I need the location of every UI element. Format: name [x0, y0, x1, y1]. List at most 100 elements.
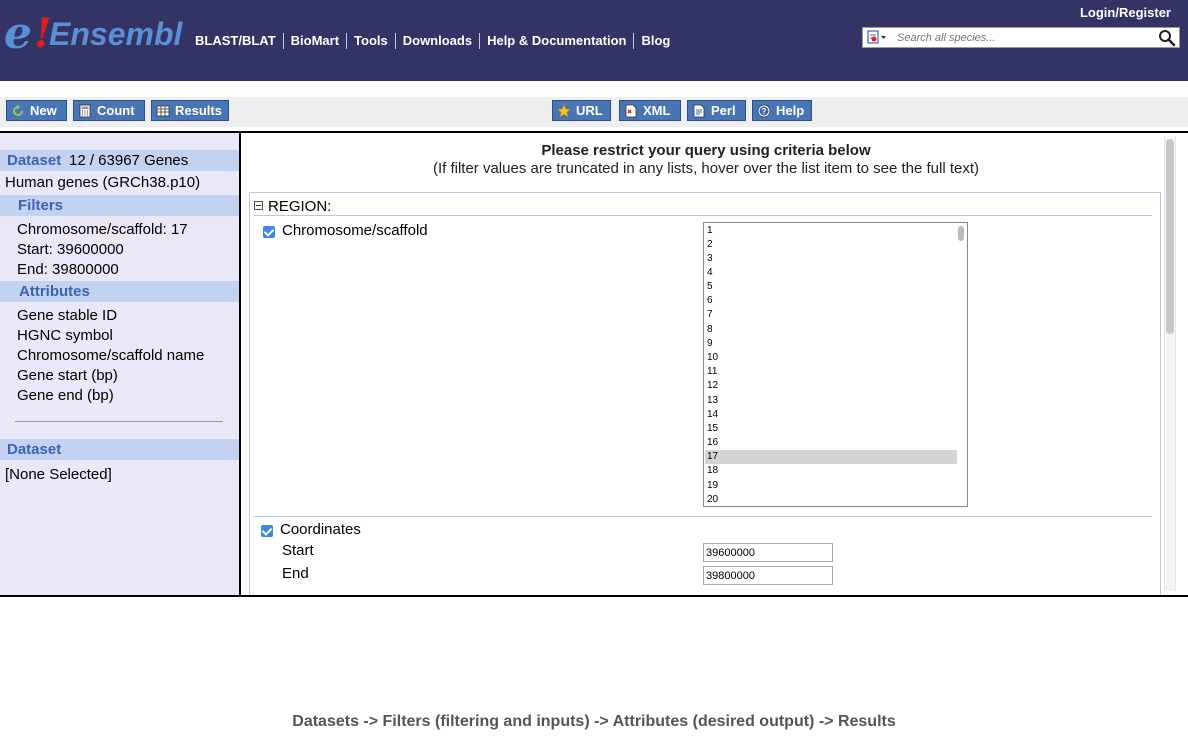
panel-subtitle: (If filter values are truncated in any l… — [432, 160, 980, 177]
new-button-label: New — [30, 103, 57, 118]
chromosome-option[interactable]: 13 — [705, 394, 957, 408]
species-search-box — [862, 27, 1180, 48]
nav-tools[interactable]: Tools — [347, 33, 396, 49]
end-input[interactable] — [703, 566, 833, 585]
region-label: REGION: — [268, 198, 332, 215]
logo-text: Ensembl — [49, 16, 183, 52]
panel-title: Please restrict your query using criteri… — [541, 142, 871, 159]
nav-blast-blat[interactable]: BLAST/BLAT — [188, 33, 284, 49]
site-header: e ! Ensembl BLAST/BLAT BioMart Tools Dow… — [0, 0, 1188, 81]
chromosome-option[interactable]: 2 — [705, 238, 957, 252]
listbox-scrollbar[interactable] — [958, 226, 964, 241]
results-button[interactable]: Results — [151, 100, 229, 121]
coordinates-separator — [254, 516, 1152, 517]
chromosome-label: Chromosome/scaffold — [282, 222, 428, 239]
star-icon — [557, 103, 571, 118]
panel-scrollbar[interactable] — [1164, 136, 1176, 591]
perl-button-label: Perl — [711, 103, 736, 118]
attribute-summary-item: HGNC symbol — [17, 327, 113, 344]
chromosome-option[interactable]: 15 — [705, 422, 957, 436]
collapse-icon[interactable] — [254, 201, 263, 210]
region-separator — [254, 215, 1152, 216]
attribute-summary-item: Gene end (bp) — [17, 387, 114, 404]
search-input[interactable] — [897, 29, 1147, 46]
count-button[interactable]: Count — [73, 100, 145, 121]
nav-blog[interactable]: Blog — [634, 33, 677, 49]
attribute-summary-item: Gene stable ID — [17, 307, 118, 324]
chromosome-option[interactable]: 11 — [705, 365, 957, 379]
region-section-header[interactable]: REGION: — [254, 198, 331, 215]
chromosome-option[interactable]: 16 — [705, 436, 957, 450]
new-button[interactable]: New — [6, 100, 67, 121]
dataset2-value: [None Selected] — [5, 466, 112, 483]
calculator-icon — [79, 104, 91, 117]
end-label: End — [282, 565, 309, 582]
chromosome-option[interactable]: 12 — [705, 379, 957, 393]
svg-text:?: ? — [762, 107, 767, 116]
chromosome-option[interactable]: 8 — [705, 323, 957, 337]
refresh-icon — [13, 104, 23, 116]
sidebar-divider — [15, 421, 223, 422]
dataset-name: Human genes (GRCh38.p10) — [5, 174, 201, 191]
help-icon: ? — [757, 104, 771, 117]
start-input[interactable] — [703, 543, 833, 562]
chromosome-option[interactable]: 3 — [705, 252, 957, 266]
panel-scrollbar-thumb[interactable] — [1166, 139, 1174, 334]
nav-help-documentation[interactable]: Help & Documentation — [480, 33, 635, 49]
help-button[interactable]: ? Help — [752, 100, 812, 121]
chromosome-option[interactable]: 1 — [705, 224, 957, 238]
results-button-label: Results — [175, 103, 222, 118]
coordinates-checkbox[interactable] — [261, 525, 273, 537]
chromosome-option[interactable]: 20 — [705, 493, 957, 506]
chromosome-listbox[interactable]: 1 2 3 4 5 6 7 8 9 10 11 12 13 14 15 16 1… — [703, 222, 968, 507]
attributes-header[interactable]: Attributes — [0, 281, 239, 302]
filter-summary-item: Chromosome/scaffold: 17 — [17, 221, 188, 238]
chromosome-option[interactable]: 4 — [705, 266, 957, 280]
attributes-label: Attributes — [19, 283, 90, 300]
count-button-label: Count — [97, 103, 135, 118]
xml-file-icon — [625, 104, 637, 117]
chromosome-option[interactable]: 9 — [705, 337, 957, 351]
script-file-icon — [693, 104, 705, 117]
filter-summary-item: End: 39800000 — [17, 261, 119, 278]
dataset2-label: Dataset — [7, 441, 62, 458]
search-icon[interactable] — [1158, 29, 1176, 47]
region-filter-box: REGION: Chromosome/scaffold 1 2 3 4 5 6 … — [249, 192, 1161, 595]
dataset-label: Dataset — [7, 152, 62, 169]
chromosome-option-selected[interactable]: 17 — [705, 450, 957, 464]
dataset2-header[interactable]: Dataset — [0, 439, 239, 460]
start-label: Start — [282, 542, 314, 559]
nav-biomart[interactable]: BioMart — [284, 33, 348, 49]
chromosome-option[interactable]: 18 — [705, 464, 957, 478]
top-nav: BLAST/BLAT BioMart Tools Downloads Help … — [188, 31, 677, 51]
chromosome-checkbox[interactable] — [263, 226, 275, 238]
chromosome-option[interactable]: 6 — [705, 294, 957, 308]
nav-downloads[interactable]: Downloads — [396, 33, 481, 49]
url-button[interactable]: URL — [552, 100, 611, 121]
xml-button-label: XML — [643, 103, 671, 118]
chromosome-option[interactable]: 5 — [705, 280, 957, 294]
dataset-count: 12 / 63967 Genes — [69, 152, 189, 169]
chromosome-option[interactable]: 14 — [705, 408, 957, 422]
url-button-label: URL — [576, 103, 603, 118]
main-bottom-border — [0, 595, 1188, 597]
workflow-hint: Datasets -> Filters (filtering and input… — [292, 713, 896, 730]
xml-button[interactable]: XML — [619, 100, 681, 121]
table-icon — [156, 105, 170, 116]
attribute-summary-item: Gene start (bp) — [17, 367, 118, 384]
chromosome-option[interactable]: 7 — [705, 308, 957, 322]
coordinates-label: Coordinates — [280, 521, 361, 538]
login-register-link[interactable]: Login/Register — [1080, 5, 1171, 20]
help-button-label: Help — [776, 103, 805, 118]
filters-panel: Please restrict your query using criteri… — [241, 133, 1188, 595]
filters-label: Filters — [18, 197, 64, 214]
species-selector-icon[interactable] — [867, 30, 887, 45]
chromosome-option[interactable]: 10 — [705, 351, 957, 365]
attribute-summary-item: Chromosome/scaffold name — [17, 347, 205, 364]
filters-header[interactable]: Filters — [0, 195, 239, 216]
filter-summary-item: Start: 39600000 — [17, 241, 124, 258]
perl-button[interactable]: Perl — [687, 100, 746, 121]
chromosome-option[interactable]: 19 — [705, 479, 957, 493]
dataset-header[interactable]: Dataset 12 / 63967 Genes — [0, 150, 239, 171]
biomart-toolbar: New Count Results URL XML Perl ? Help — [0, 97, 1188, 127]
